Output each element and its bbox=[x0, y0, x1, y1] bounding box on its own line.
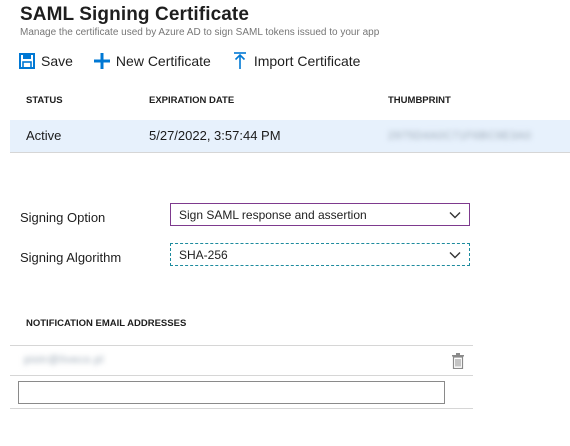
status-cell: Active bbox=[26, 128, 62, 143]
new-certificate-button[interactable]: New Certificate bbox=[93, 52, 211, 70]
save-icon bbox=[18, 52, 36, 70]
signing-algorithm-value: SHA-256 bbox=[179, 248, 228, 262]
column-thumbprint: THUMBPRINT bbox=[388, 95, 451, 106]
certificate-table-header: STATUS EXPIRATION DATE THUMBPRINT bbox=[10, 88, 570, 112]
plus-icon bbox=[93, 52, 111, 70]
page-title: SAML Signing Certificate bbox=[20, 4, 250, 25]
signing-algorithm-label: Signing Algorithm bbox=[20, 250, 122, 265]
upload-icon bbox=[231, 52, 249, 70]
import-certificate-button[interactable]: Import Certificate bbox=[231, 52, 361, 70]
list-item: piotr@liveco.pl bbox=[10, 345, 473, 376]
thumbprint-cell: 2975D4A0C71F6BC9E3A0 bbox=[388, 130, 532, 142]
notification-email: piotr@liveco.pl bbox=[24, 354, 104, 366]
new-certificate-label: New Certificate bbox=[115, 53, 211, 69]
save-label: Save bbox=[41, 53, 73, 69]
signing-algorithm-dropdown[interactable]: SHA-256 bbox=[170, 243, 470, 266]
toolbar: Save New Certificate Import Certificate bbox=[18, 50, 380, 72]
expiration-cell: 5/27/2022, 3:57:44 PM bbox=[149, 128, 281, 143]
trash-icon[interactable] bbox=[451, 353, 465, 369]
save-button[interactable]: Save bbox=[18, 52, 73, 70]
signing-option-dropdown[interactable]: Sign SAML response and assertion bbox=[170, 203, 470, 226]
import-certificate-label: Import Certificate bbox=[253, 53, 361, 69]
table-row[interactable]: Active 5/27/2022, 3:57:44 PM 2975D4A0C71… bbox=[10, 120, 570, 153]
notification-emails-heading: NOTIFICATION EMAIL ADDRESSES bbox=[26, 318, 187, 329]
page-subtitle: Manage the certificate used by Azure AD … bbox=[20, 27, 380, 38]
signing-option-label: Signing Option bbox=[20, 210, 106, 225]
divider bbox=[10, 408, 473, 409]
column-status: STATUS bbox=[26, 95, 63, 106]
signing-option-value: Sign SAML response and assertion bbox=[179, 208, 367, 222]
chevron-down-icon bbox=[449, 212, 461, 219]
new-email-input[interactable] bbox=[18, 381, 445, 404]
chevron-down-icon bbox=[449, 252, 461, 259]
column-expiration-date: EXPIRATION DATE bbox=[149, 95, 235, 106]
